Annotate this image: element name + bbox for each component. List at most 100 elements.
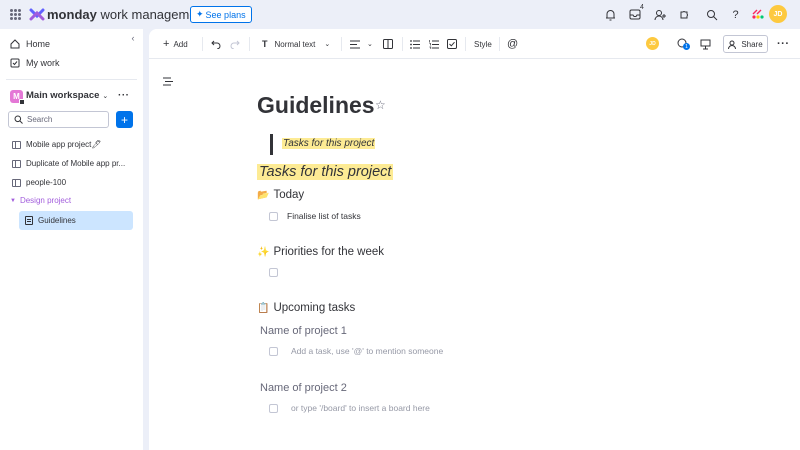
doc-area: + Add T Normal text ⌄ ⌄ Style @ JD 1 Sha… xyxy=(149,29,800,450)
board-label: Duplicate of Mobile app pr... xyxy=(26,159,126,168)
see-plans-label: See plans xyxy=(205,9,246,20)
sidebar-doc-item-selected[interactable]: Guidelines xyxy=(19,211,133,230)
clipboard-emoji-icon: 📋 xyxy=(257,302,270,314)
see-plans-button[interactable]: ✦ See plans xyxy=(190,6,252,23)
editor-toolbar: + Add T Normal text ⌄ ⌄ Style @ JD 1 Sha… xyxy=(149,29,800,59)
project-heading[interactable]: Name of project 1 xyxy=(260,325,347,337)
task-text[interactable]: Finalise list of tasks xyxy=(287,211,361,221)
sparkle-icon: ✦ xyxy=(196,9,204,19)
section-title: Today xyxy=(273,189,305,201)
apps-grid-icon[interactable] xyxy=(10,9,21,20)
sidebar-board-item[interactable]: people-100 xyxy=(12,175,66,190)
updates-count-badge: 1 xyxy=(683,43,690,50)
workspace-home-icon xyxy=(19,99,25,105)
board-icon xyxy=(12,140,21,149)
checklist-icon[interactable] xyxy=(447,37,457,51)
task-checkbox[interactable] xyxy=(269,404,278,413)
numbered-list-icon[interactable] xyxy=(429,37,439,51)
caret-down-icon: ▼ xyxy=(10,197,16,204)
doc-title[interactable]: Guidelines xyxy=(257,92,375,119)
text-style-dropdown[interactable]: T Normal text ⌄ xyxy=(262,37,330,51)
section-heading-priorities[interactable]: ✨ Priorities for the week xyxy=(257,246,384,258)
task-checkbox[interactable] xyxy=(269,212,278,221)
nav-home[interactable]: Home xyxy=(10,36,50,52)
present-icon[interactable] xyxy=(700,37,711,51)
style-button[interactable]: Style xyxy=(474,37,492,51)
doc-icon xyxy=(25,216,33,225)
workspace-switcher[interactable]: Main workspace ⌄ xyxy=(26,90,108,101)
task-placeholder[interactable]: Add a task, use '@' to mention someone xyxy=(291,346,443,356)
redo-icon[interactable] xyxy=(230,37,240,51)
text-type-icon: T xyxy=(262,39,268,49)
section-heading-today[interactable]: 📂 Today xyxy=(257,189,304,201)
toolbar-divider xyxy=(402,37,403,51)
project-heading[interactable]: Name of project 2 xyxy=(260,382,347,394)
search-icon[interactable] xyxy=(705,8,718,21)
search-icon xyxy=(14,115,23,124)
add-label: Add xyxy=(173,39,188,49)
align-dropdown[interactable]: ⌄ xyxy=(350,37,373,51)
nav-my-work[interactable]: My work xyxy=(10,55,60,71)
task-checkbox[interactable] xyxy=(269,268,278,277)
chevron-down-icon: ⌄ xyxy=(324,41,331,48)
toolbar-divider xyxy=(499,37,500,51)
sidebar-board-item[interactable]: Mobile app project🖊 xyxy=(12,137,102,152)
doc-item-label: Guidelines xyxy=(38,216,76,225)
quote-border xyxy=(270,134,273,155)
board-icon xyxy=(12,159,21,168)
plus-icon: + xyxy=(163,38,170,50)
mention-icon[interactable]: @ xyxy=(507,37,518,51)
undo-icon[interactable] xyxy=(211,37,221,51)
style-label: Style xyxy=(474,39,492,49)
sidebar-folder[interactable]: ▼ Design project xyxy=(10,196,71,205)
collapse-sidebar-icon[interactable]: ‹ xyxy=(127,32,139,44)
toolbar-divider xyxy=(465,37,466,51)
align-left-icon xyxy=(350,40,360,48)
my-work-icon xyxy=(10,58,20,68)
invite-members-icon[interactable] xyxy=(653,8,666,21)
share-person-icon xyxy=(728,40,737,49)
board-label: Mobile app project🖊 xyxy=(26,140,102,149)
task-checkbox[interactable] xyxy=(269,347,278,356)
updates-count: 1 xyxy=(685,43,688,50)
sidebar-divider xyxy=(6,79,137,80)
bell-icon[interactable] xyxy=(604,8,617,21)
bullet-list-icon[interactable] xyxy=(410,37,420,51)
apps-marketplace-icon[interactable] xyxy=(677,8,690,21)
columns-icon[interactable] xyxy=(383,37,393,51)
sidebar-board-item[interactable]: Duplicate of Mobile app pr... xyxy=(12,156,125,171)
share-button[interactable]: Share xyxy=(723,35,768,53)
section-heading-upcoming[interactable]: 📋 Upcoming tasks xyxy=(257,302,355,314)
board-label: people-100 xyxy=(26,178,67,187)
top-bar: monday work management ✦ See plans 4 ? JD xyxy=(0,0,800,29)
chevron-down-icon: ⌄ xyxy=(367,41,373,48)
toolbar-divider xyxy=(202,37,203,51)
more-options-icon[interactable]: ··· xyxy=(777,37,790,51)
workspace-more-icon[interactable]: ··· xyxy=(118,90,130,101)
share-label: Share xyxy=(741,39,763,49)
toolbar-divider xyxy=(341,37,342,51)
home-icon xyxy=(10,39,20,49)
sidebar-search-input[interactable]: Search xyxy=(8,111,109,128)
outline-toggle-icon[interactable] xyxy=(163,77,173,89)
add-item-button[interactable]: + xyxy=(116,111,133,128)
highlighted-heading[interactable]: Tasks for this project xyxy=(257,164,394,180)
star-icon[interactable]: ☆ xyxy=(375,98,386,112)
folder-emoji-icon: 📂 xyxy=(257,189,270,201)
section-title: Upcoming tasks xyxy=(273,302,356,314)
task-placeholder[interactable]: or type '/board' to insert a board here xyxy=(291,403,430,413)
text-style-label: Normal text xyxy=(274,39,316,49)
quote-block[interactable]: Tasks for this project xyxy=(282,138,376,149)
search-placeholder: Search xyxy=(27,115,53,124)
sparkles-emoji-icon: ✨ xyxy=(257,246,270,258)
section-title: Priorities for the week xyxy=(273,246,385,258)
monday-logo-icon xyxy=(29,8,45,21)
help-icon[interactable]: ? xyxy=(729,8,742,21)
brand-name: monday work management xyxy=(47,7,208,22)
add-block-button[interactable]: + Add xyxy=(163,37,188,51)
chevron-down-icon: ⌄ xyxy=(102,92,109,100)
collaborator-avatar[interactable]: JD xyxy=(646,37,659,50)
board-icon xyxy=(12,178,21,187)
product-switcher-icon[interactable] xyxy=(752,8,765,21)
user-avatar[interactable]: JD xyxy=(769,5,787,23)
